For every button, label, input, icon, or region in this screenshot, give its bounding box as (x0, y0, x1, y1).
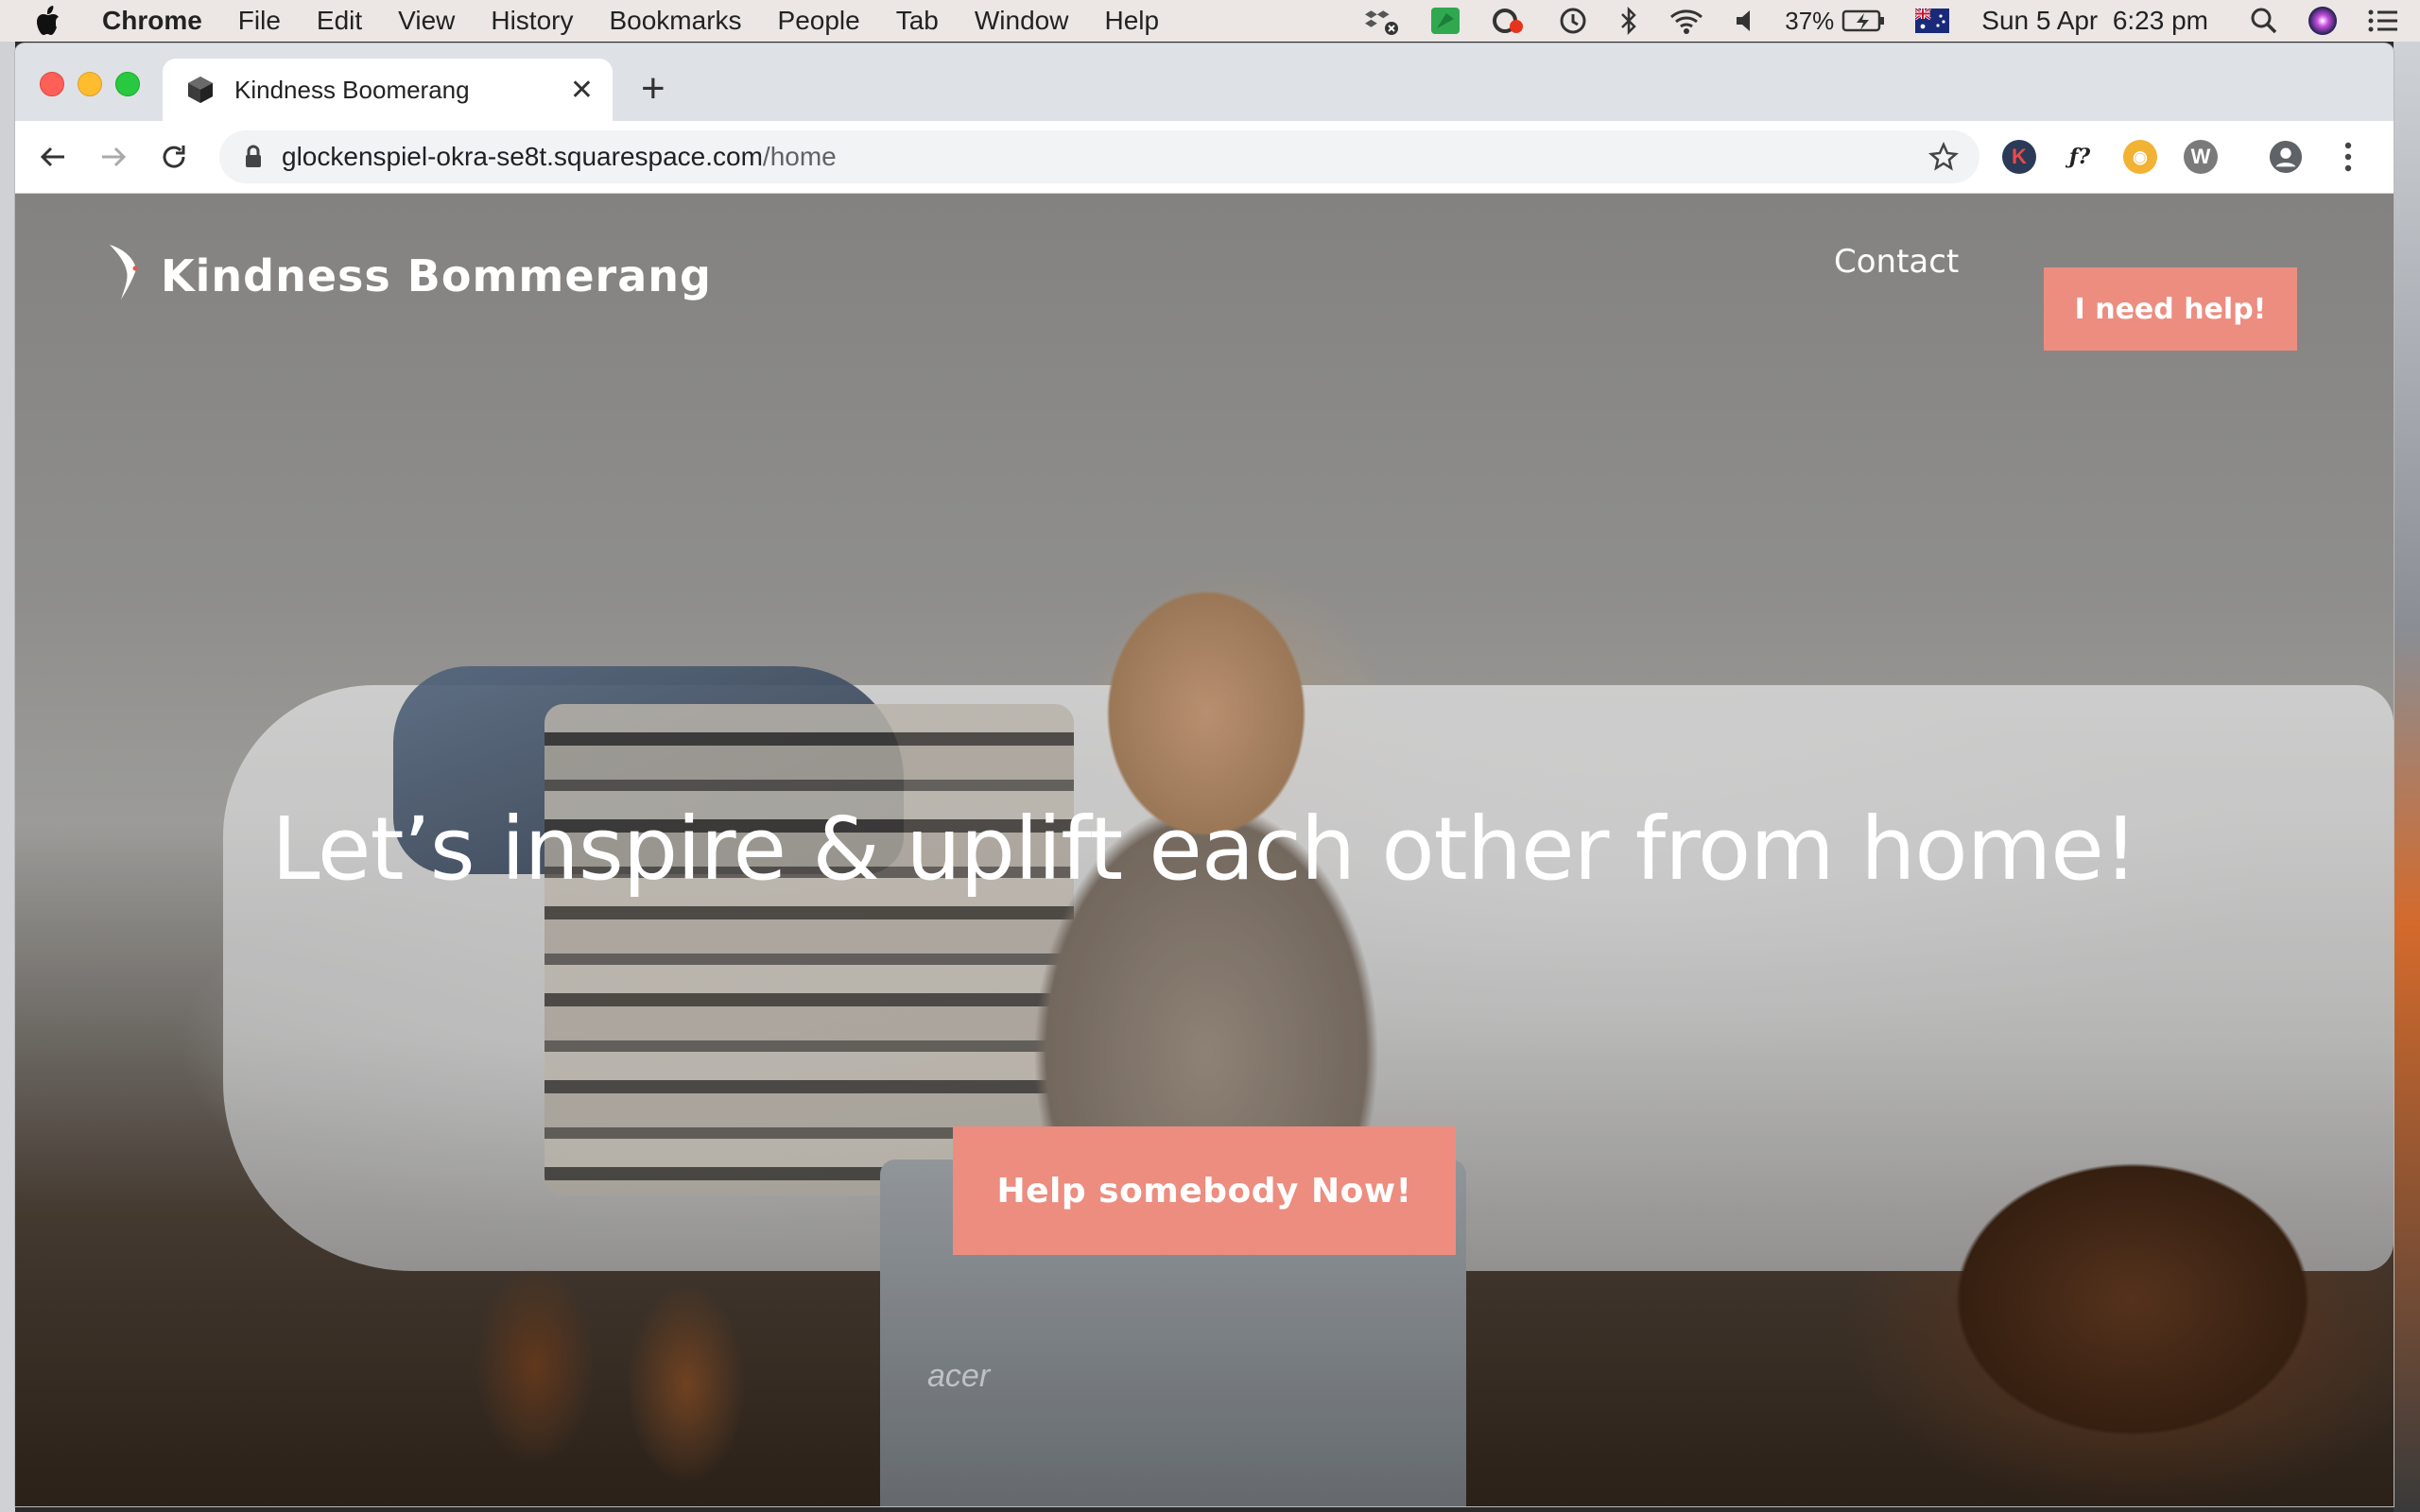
lock-icon[interactable] (244, 145, 263, 169)
volume-icon[interactable] (1734, 6, 1756, 36)
url-path: /home (762, 142, 837, 171)
menu-history[interactable]: History (491, 6, 573, 36)
profile-avatar-icon[interactable] (2269, 140, 2303, 174)
menu-tab[interactable]: Tab (896, 6, 939, 36)
menu-bookmarks[interactable]: Bookmarks (609, 6, 741, 36)
macos-menubar: Chrome File Edit View History Bookmarks … (0, 0, 2420, 42)
web-page: acer Kindness Bommerang Contact I need h… (15, 194, 2394, 1506)
window-close-button[interactable] (40, 72, 64, 96)
spotlight-search-icon[interactable] (2250, 6, 2278, 36)
back-button[interactable] (34, 138, 72, 176)
extension-honey-icon[interactable]: ◉ (2123, 140, 2157, 174)
desktop-background-right (2394, 42, 2420, 1512)
bookmark-star-icon[interactable] (1928, 141, 1959, 177)
help-somebody-now-button[interactable]: Help somebody Now! (953, 1126, 1456, 1255)
creative-cloud-icon[interactable] (1490, 6, 1528, 36)
reload-button[interactable] (155, 138, 193, 176)
squarespace-cube-icon (185, 75, 216, 105)
url-host: glockenspiel-okra-se8t.squarespace.com (282, 142, 763, 171)
extension-font-identifier-icon[interactable]: ƒ? (2063, 140, 2097, 174)
apple-menu-icon[interactable] (36, 5, 74, 37)
menu-file[interactable]: File (238, 6, 281, 36)
dropbox-icon[interactable] (1363, 6, 1401, 36)
extension-k-icon[interactable]: K (2002, 140, 2036, 174)
extension-w-icon[interactable]: W (2184, 140, 2218, 174)
site-logo[interactable]: Kindness Bommerang (106, 243, 712, 308)
clock-datetime[interactable]: Sun 5 Apr 6:23 pm (1981, 6, 2208, 36)
i-need-help-button[interactable]: I need help! (2044, 267, 2297, 351)
window-zoom-button[interactable] (115, 72, 140, 96)
tab-title: Kindness Boomerang (234, 75, 470, 104)
menu-window[interactable]: Window (975, 6, 1069, 36)
battery-percent[interactable]: 37% (1785, 7, 1834, 36)
battery-icon[interactable] (1841, 6, 1887, 36)
menu-help[interactable]: Help (1104, 6, 1159, 36)
tab-close-icon[interactable]: ✕ (570, 74, 594, 107)
browser-window: Kindness Boomerang ✕ + glockenspiel-okra… (15, 43, 2394, 1506)
desktop-background-left (0, 42, 15, 1512)
window-minimize-button[interactable] (78, 72, 102, 96)
wifi-icon[interactable] (1668, 6, 1705, 36)
notification-center-icon[interactable] (2367, 8, 2399, 34)
siri-icon[interactable] (2307, 5, 2339, 37)
boomerang-logo-icon (106, 243, 144, 308)
time-machine-icon[interactable] (1556, 6, 1590, 36)
nav-link-contact[interactable]: Contact (1834, 243, 1959, 281)
hero-headline: Let’s inspire & uplift each other from h… (271, 799, 2138, 900)
new-tab-button[interactable]: + (641, 68, 666, 110)
chrome-menu-kebab-icon[interactable] (2331, 140, 2365, 174)
forward-button[interactable] (95, 138, 132, 176)
evernote-icon[interactable] (1429, 6, 1461, 36)
tab-kindness-boomerang[interactable]: Kindness Boomerang ✕ (163, 59, 613, 121)
bluetooth-icon[interactable] (1618, 6, 1639, 36)
site-logo-text: Kindness Bommerang (161, 249, 712, 301)
input-source-flag-icon[interactable] (1915, 9, 1950, 33)
address-bar[interactable]: glockenspiel-okra-se8t.squarespace.com/h… (219, 130, 1979, 183)
tab-strip: Kindness Boomerang ✕ + (15, 43, 2394, 121)
menu-view[interactable]: View (398, 6, 455, 36)
menu-edit[interactable]: Edit (317, 6, 362, 36)
menu-app-name[interactable]: Chrome (102, 6, 202, 36)
menu-people[interactable]: People (778, 6, 860, 36)
browser-toolbar: glockenspiel-okra-se8t.squarespace.com/h… (15, 121, 2394, 194)
